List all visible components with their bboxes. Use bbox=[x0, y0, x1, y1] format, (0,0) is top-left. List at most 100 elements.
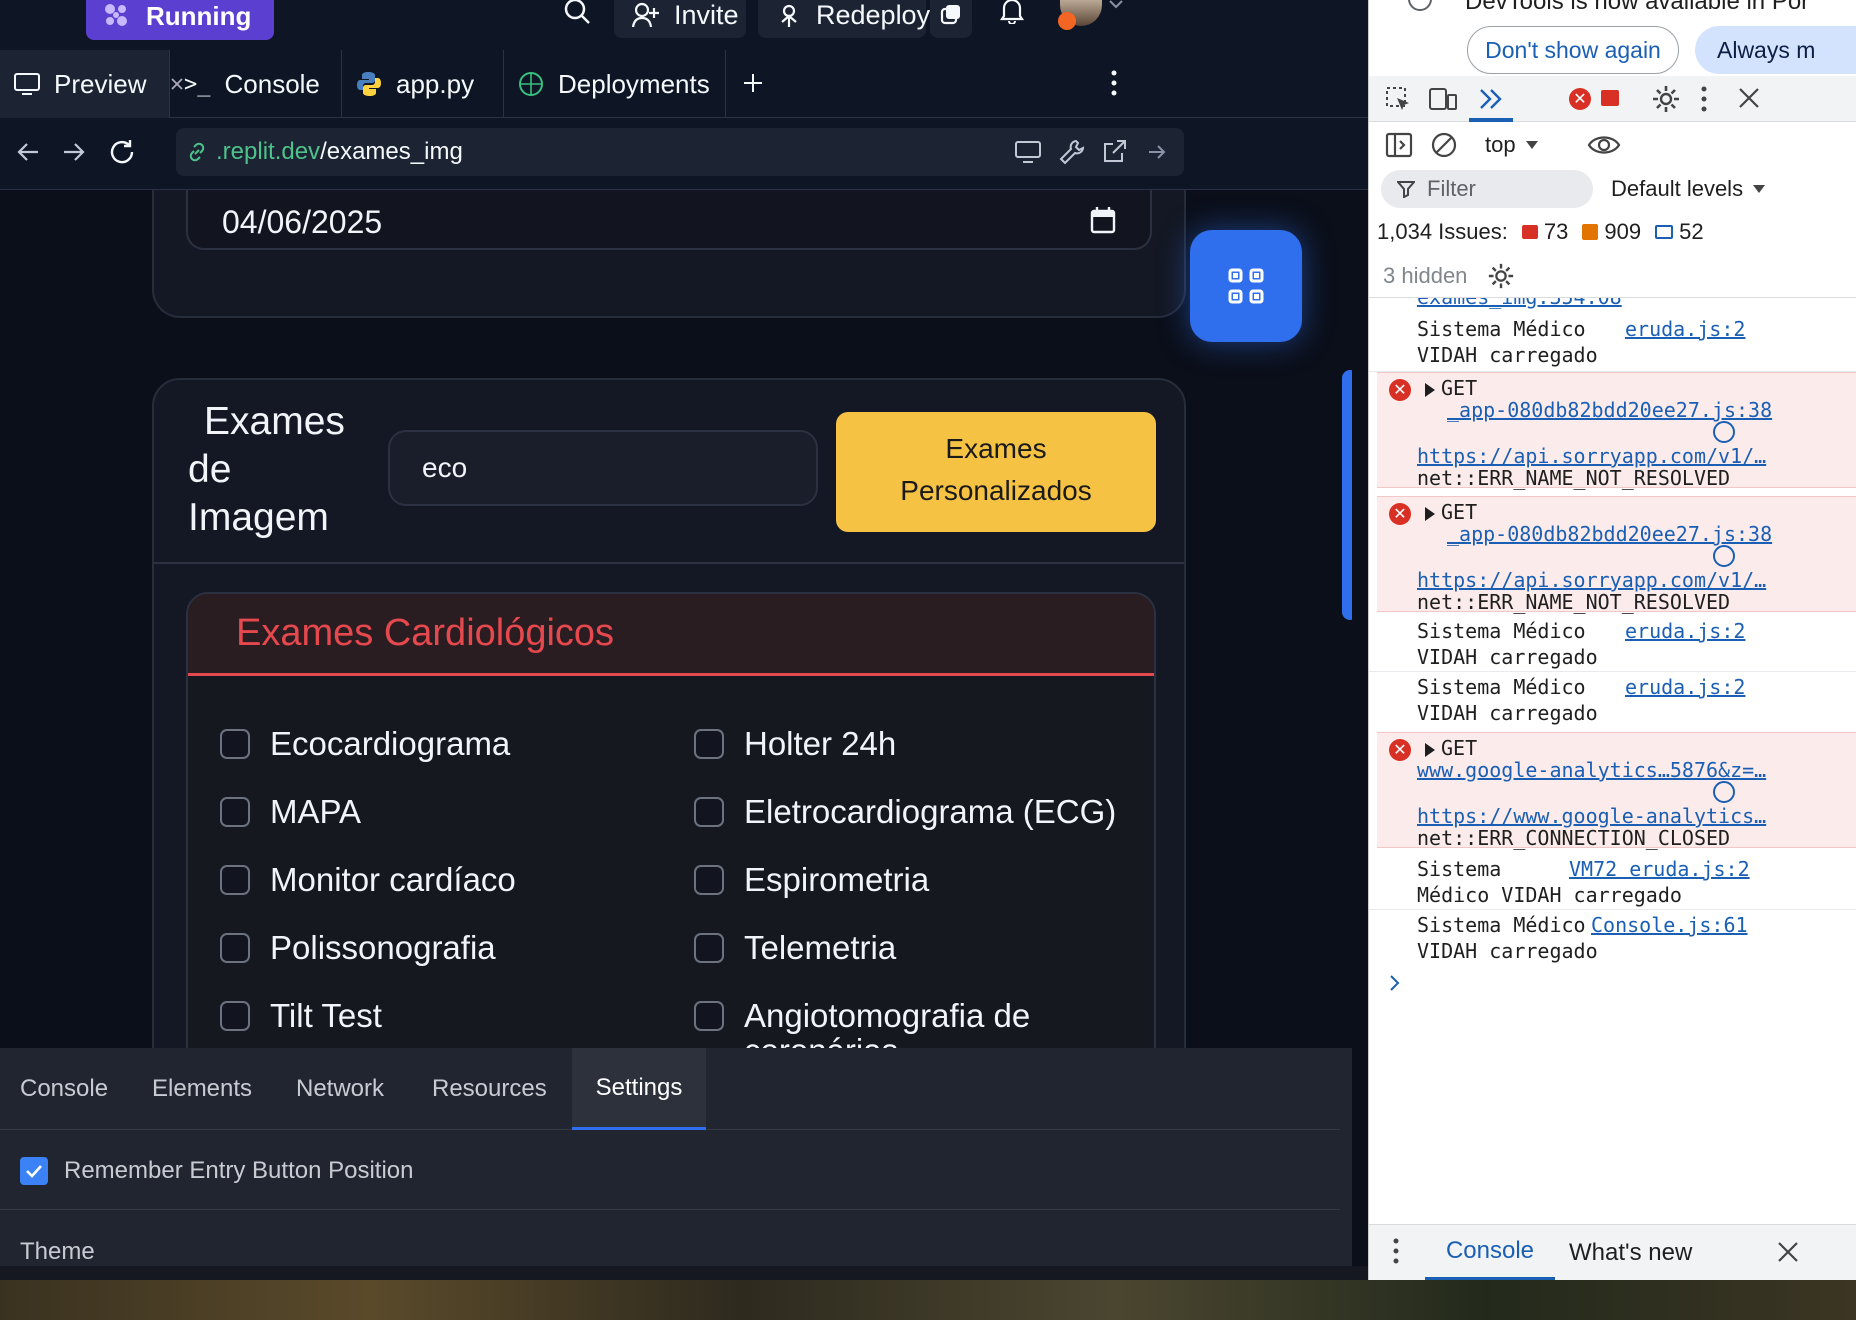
invite-button[interactable]: Invite bbox=[614, 0, 746, 38]
more-vertical-icon[interactable] bbox=[1699, 84, 1709, 114]
context-select[interactable]: top bbox=[1485, 132, 1538, 158]
reload-icon[interactable] bbox=[108, 138, 136, 166]
inspect-element-icon[interactable] bbox=[1385, 86, 1411, 112]
expand-triangle-icon[interactable] bbox=[1425, 743, 1435, 757]
exam-checkbox-item[interactable]: Telemetria bbox=[694, 914, 1134, 982]
checkbox[interactable] bbox=[220, 1001, 250, 1031]
deploy-menu-button[interactable] bbox=[930, 0, 972, 38]
running-button[interactable]: Running bbox=[86, 0, 274, 40]
gear-icon[interactable] bbox=[1651, 84, 1681, 114]
exam-checkbox-item[interactable]: Polissonografia bbox=[220, 914, 660, 982]
devtools-wrench-icon[interactable] bbox=[1058, 138, 1086, 166]
eruda-tab-settings[interactable]: Settings bbox=[572, 1048, 706, 1130]
date-field[interactable]: 04/06/2025 bbox=[186, 190, 1152, 250]
log-source-link[interactable]: eruda.js:2 bbox=[1625, 618, 1745, 644]
log-levels-select[interactable]: Default levels bbox=[1611, 176, 1766, 202]
issues-flag-icon[interactable] bbox=[1601, 90, 1619, 106]
log-source-link[interactable]: VM72 eruda.js:2 bbox=[1569, 856, 1750, 882]
tab-preview[interactable]: Preview bbox=[0, 50, 184, 118]
eruda-tab-network[interactable]: Network bbox=[276, 1048, 404, 1130]
more-vertical-icon[interactable] bbox=[1391, 1237, 1401, 1265]
log-source-link[interactable]: _app-080db82bdd20ee27.js:38 bbox=[1447, 521, 1772, 547]
checkbox-checked-icon[interactable] bbox=[20, 1156, 48, 1185]
scrollbar-thumb[interactable] bbox=[1342, 370, 1352, 620]
eruda-tab-elements[interactable]: Elements bbox=[132, 1048, 272, 1130]
network-request-icon[interactable] bbox=[1713, 545, 1735, 567]
checkbox[interactable] bbox=[220, 729, 250, 759]
filter-icon bbox=[1397, 181, 1415, 198]
console-prompt-icon[interactable] bbox=[1389, 974, 1401, 992]
tab-deployments[interactable]: Deployments bbox=[504, 50, 726, 118]
url-path: /exames_img bbox=[320, 138, 463, 165]
always-match-button[interactable]: Always m bbox=[1695, 26, 1856, 74]
close-icon[interactable] bbox=[1777, 1241, 1799, 1263]
log-row: Sistema Médico VIDAH carregado VM72 eruda… bbox=[1369, 854, 1856, 910]
calendar-icon[interactable] bbox=[1090, 206, 1116, 234]
chevron-down-icon[interactable] bbox=[1108, 0, 1124, 10]
eye-icon[interactable] bbox=[1587, 132, 1621, 158]
network-request-icon[interactable] bbox=[1713, 781, 1735, 803]
log-source-link[interactable]: www.google-analytics…5876&z=… bbox=[1417, 757, 1766, 783]
exam-checkbox-item[interactable]: MAPA bbox=[220, 778, 660, 846]
search-input[interactable]: eco bbox=[388, 430, 818, 506]
eruda-tab-console[interactable]: Console bbox=[0, 1048, 128, 1130]
log-source-link[interactable]: eruda.js:2 bbox=[1625, 316, 1745, 342]
device-toolbar-icon[interactable] bbox=[1429, 86, 1457, 112]
exam-checkbox-item[interactable]: Espirometria bbox=[694, 846, 1134, 914]
back-arrow-icon[interactable] bbox=[16, 140, 40, 164]
remember-position-row[interactable]: Remember Entry Button Position bbox=[0, 1132, 1340, 1210]
exam-checkbox-item[interactable]: Monitor cardíaco bbox=[220, 846, 660, 914]
checkbox[interactable] bbox=[694, 729, 724, 759]
add-user-icon bbox=[632, 2, 660, 28]
exam-checkbox-item[interactable]: Holter 24h bbox=[694, 710, 1134, 778]
checkbox[interactable] bbox=[694, 933, 724, 963]
exam-checkbox-item[interactable]: Eletrocardiograma (ECG) bbox=[694, 778, 1134, 846]
sidebar-toggle-icon[interactable] bbox=[1385, 132, 1413, 158]
search-icon[interactable] bbox=[562, 0, 592, 28]
log-source-link[interactable]: Console.js:61 bbox=[1591, 912, 1748, 938]
error-icon: ✕ bbox=[1389, 739, 1411, 761]
external-link-icon[interactable] bbox=[1102, 138, 1128, 164]
open-arrow-icon[interactable] bbox=[1148, 144, 1166, 160]
error-count-icon[interactable]: ✕ bbox=[1569, 88, 1591, 110]
log-source-link[interactable]: _app-080db82bdd20ee27.js:38 bbox=[1447, 397, 1772, 423]
dont-show-again-button[interactable]: Don't show again bbox=[1467, 26, 1679, 74]
checkbox[interactable] bbox=[220, 933, 250, 963]
expand-triangle-icon[interactable] bbox=[1425, 383, 1435, 397]
eruda-tab-resources[interactable]: Resources bbox=[412, 1048, 567, 1130]
avatar-badge bbox=[1058, 12, 1076, 30]
forward-arrow-icon[interactable] bbox=[62, 140, 86, 164]
apps-fab-button[interactable] bbox=[1190, 230, 1302, 342]
more-vertical-icon[interactable] bbox=[1108, 68, 1120, 98]
drawer-tab-whats-new[interactable]: What's new bbox=[1569, 1225, 1692, 1281]
exam-checkbox-item[interactable]: Ecocardiograma bbox=[220, 710, 660, 778]
terminal-icon: >_ bbox=[184, 71, 211, 97]
checkbox[interactable] bbox=[694, 797, 724, 827]
log-source-link[interactable]: eruda.js:2 bbox=[1625, 674, 1745, 700]
custom-exams-button[interactable]: Exames Personalizados bbox=[836, 412, 1156, 532]
tab-console[interactable]: >_ Console bbox=[170, 50, 342, 118]
bell-icon[interactable] bbox=[998, 0, 1026, 26]
tab-app-py[interactable]: app.py bbox=[342, 50, 504, 118]
clear-console-icon[interactable] bbox=[1431, 132, 1457, 158]
issue-warning-icon bbox=[1582, 224, 1599, 240]
filter-input[interactable]: Filter bbox=[1381, 170, 1593, 208]
log-source-link[interactable]: exames_img:354:08 bbox=[1417, 298, 1622, 310]
network-request-icon[interactable] bbox=[1713, 421, 1735, 443]
device-icon[interactable] bbox=[1014, 140, 1042, 164]
checkbox[interactable] bbox=[694, 865, 724, 895]
more-tabs-icon[interactable] bbox=[1477, 86, 1505, 112]
gear-icon[interactable] bbox=[1487, 262, 1515, 290]
checkbox[interactable] bbox=[694, 1001, 724, 1031]
exam-checkbox-item[interactable]: Tilt Test bbox=[220, 982, 660, 1048]
expand-triangle-icon[interactable] bbox=[1425, 507, 1435, 521]
checkbox[interactable] bbox=[220, 797, 250, 827]
deployments-icon bbox=[518, 71, 544, 97]
redeploy-button[interactable]: Redeploy bbox=[758, 0, 930, 38]
drawer-tab-console[interactable]: Console bbox=[1425, 1225, 1555, 1281]
checkbox[interactable] bbox=[220, 865, 250, 895]
issues-bar[interactable]: 1,034 Issues: 73 909 52 bbox=[1369, 212, 1856, 252]
close-icon[interactable] bbox=[1737, 86, 1761, 110]
cut-link-text[interactable]: exames_img:354:08 bbox=[1417, 298, 1622, 309]
new-tab-icon[interactable] bbox=[742, 72, 764, 94]
